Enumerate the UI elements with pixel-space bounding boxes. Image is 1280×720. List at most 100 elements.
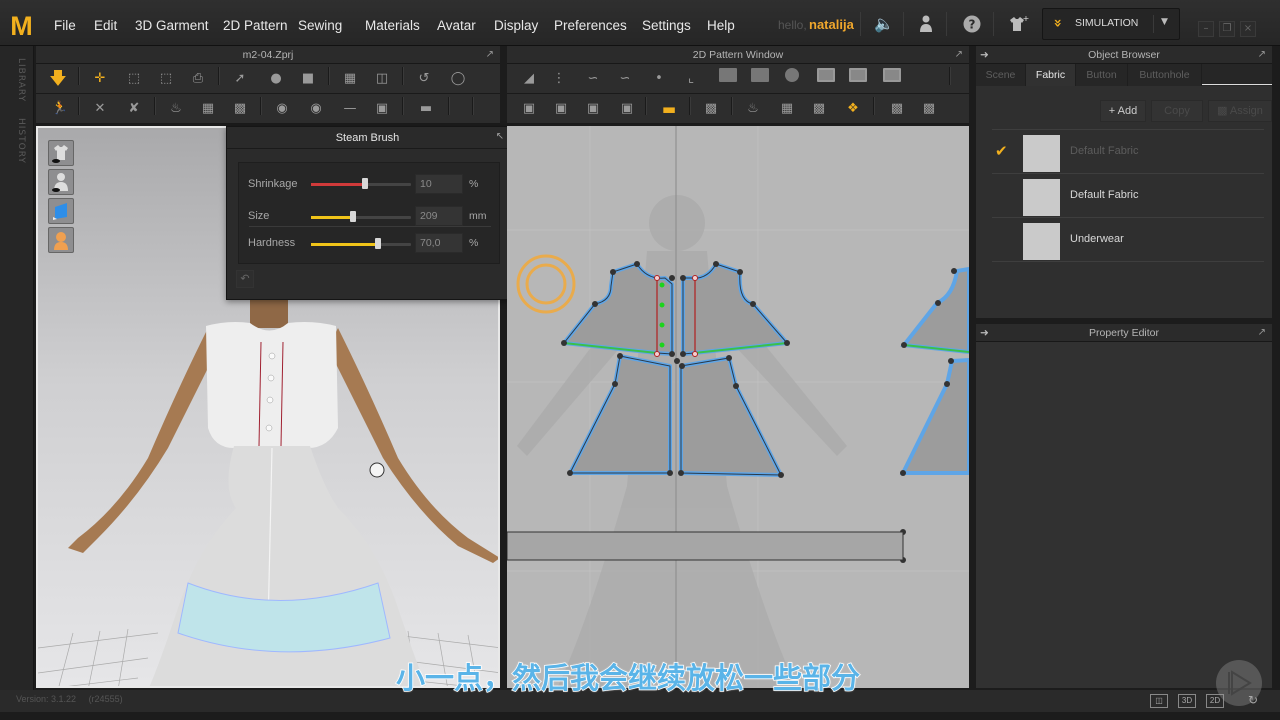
menu-avatar[interactable]: Avatar bbox=[437, 18, 476, 33]
fold-icon[interactable]: ⎙ bbox=[186, 68, 210, 90]
username[interactable]: natalija bbox=[809, 17, 854, 32]
add-point-icon[interactable]: • bbox=[647, 68, 671, 90]
edit-point-icon[interactable]: ⋮ bbox=[547, 68, 571, 90]
tack-icon[interactable]: ■ bbox=[296, 68, 320, 90]
segment-sewing-icon[interactable]: ▣ bbox=[549, 98, 573, 120]
button-icon[interactable]: ◉ bbox=[304, 98, 328, 120]
size-slider[interactable] bbox=[311, 211, 411, 222]
tab-scene[interactable]: Scene bbox=[976, 64, 1026, 86]
size-input[interactable]: 209 bbox=[415, 206, 463, 226]
pin-icon[interactable]: ➚ bbox=[228, 68, 252, 90]
tab-button[interactable]: Button bbox=[1076, 64, 1128, 86]
trace-icon[interactable]: ▩ bbox=[885, 98, 909, 120]
edit-curvature-icon[interactable]: ∽ bbox=[581, 68, 605, 90]
garment-visibility-toggle[interactable] bbox=[48, 140, 74, 166]
pattern-2d-canvas[interactable] bbox=[507, 126, 969, 688]
hardness-input[interactable]: 70,0 bbox=[415, 233, 463, 253]
avatar-pose-icon[interactable]: 🏃 bbox=[48, 98, 72, 120]
simulate-arrow-icon[interactable]: 🡇 bbox=[46, 68, 70, 90]
texture-edit-icon[interactable]: ▦ bbox=[196, 98, 220, 120]
select-box-icon[interactable]: ⬚ bbox=[122, 68, 146, 90]
shrinkage-input[interactable]: 10 bbox=[415, 174, 463, 194]
speaker-icon[interactable]: 🔈 bbox=[874, 14, 894, 34]
popout-icon[interactable]: ↗ bbox=[1258, 324, 1266, 342]
fabric-item[interactable]: ✔ Default Fabric bbox=[992, 130, 1264, 174]
menu-preferences[interactable]: Preferences bbox=[554, 18, 627, 33]
menu-3d-garment[interactable]: 3D Garment bbox=[135, 18, 209, 33]
steam-icon[interactable]: ♨ bbox=[164, 98, 188, 120]
popout-icon[interactable]: ↗ bbox=[955, 46, 963, 64]
minimize-button[interactable]: – bbox=[1198, 21, 1214, 37]
transform-pattern-icon[interactable]: ◢ bbox=[517, 68, 541, 90]
view-3d-button[interactable]: 3D bbox=[1178, 694, 1196, 708]
user-icon[interactable] bbox=[916, 14, 936, 34]
internal-circle-icon[interactable] bbox=[883, 68, 901, 82]
menu-help[interactable]: Help bbox=[707, 18, 735, 33]
texture-display-toggle[interactable] bbox=[48, 198, 74, 224]
steam-2d-icon[interactable]: ♨ bbox=[741, 98, 765, 120]
menu-sewing[interactable]: Sewing bbox=[298, 18, 342, 33]
play-overlay-button[interactable] bbox=[1216, 660, 1262, 706]
avatar-display-toggle[interactable] bbox=[48, 227, 74, 253]
tab-buttonhole[interactable]: Buttonhole bbox=[1128, 64, 1202, 86]
tab-history[interactable]: HISTORY bbox=[6, 118, 26, 164]
measure-icon[interactable]: ↺ bbox=[412, 68, 436, 90]
check-sewing-icon[interactable]: ▣ bbox=[615, 98, 639, 120]
polygon-icon[interactable] bbox=[719, 68, 737, 82]
simulation-mode-selector[interactable]: » SIMULATION ▼ bbox=[1042, 8, 1180, 40]
collapse-arrow-icon[interactable]: ➜ bbox=[980, 324, 989, 342]
popout-icon[interactable]: ↗ bbox=[486, 46, 494, 64]
free-sewing-icon[interactable]: ▣ bbox=[581, 98, 605, 120]
hardness-slider[interactable] bbox=[311, 238, 411, 249]
button-select-icon[interactable]: ◉ bbox=[270, 98, 294, 120]
add-fabric-button[interactable]: + Add bbox=[1100, 100, 1146, 122]
copy-fabric-button[interactable]: Copy bbox=[1151, 100, 1203, 122]
shrinkage-slider[interactable] bbox=[311, 178, 411, 189]
pin-garment-icon[interactable]: ● bbox=[264, 68, 288, 90]
assign-fabric-button[interactable]: ▩ Assign bbox=[1208, 100, 1272, 122]
help-icon[interactable]: ? bbox=[962, 14, 982, 34]
add-garment-icon[interactable]: + bbox=[1007, 14, 1029, 34]
collapse-arrow-icon[interactable]: ➜ bbox=[980, 46, 989, 64]
dropdown-arrow-icon[interactable]: ▼ bbox=[1161, 17, 1168, 27]
transform-icon[interactable]: ⬚ bbox=[154, 68, 178, 90]
menu-display[interactable]: Display bbox=[494, 18, 538, 33]
rectangle-icon[interactable] bbox=[751, 68, 769, 82]
texture-2d-icon[interactable]: ▦ bbox=[775, 98, 799, 120]
fabric-item[interactable]: Underwear bbox=[992, 218, 1264, 262]
menu-2d-pattern[interactable]: 2D Pattern bbox=[223, 18, 288, 33]
steam-iron-icon[interactable]: ▬ bbox=[657, 98, 681, 120]
bounding-icon[interactable]: ◫ bbox=[370, 68, 394, 90]
trace-show-icon[interactable]: ▩ bbox=[917, 98, 941, 120]
tab-fabric[interactable]: Fabric bbox=[1026, 64, 1076, 86]
internal-rectangle-icon[interactable] bbox=[849, 68, 867, 82]
edit-curve-point-icon[interactable]: ∽ bbox=[613, 68, 637, 90]
lock-button-icon[interactable]: ▣ bbox=[370, 98, 394, 120]
texture-pattern-icon[interactable]: ▩ bbox=[807, 98, 831, 120]
close-button[interactable]: × bbox=[1240, 21, 1256, 37]
circle-icon[interactable] bbox=[785, 68, 799, 82]
cut-garment-icon[interactable]: ✘ bbox=[122, 98, 146, 120]
size-thumb[interactable] bbox=[350, 211, 356, 222]
edit-garment-icon[interactable]: ✕ bbox=[88, 98, 112, 120]
internal-polygon-icon[interactable] bbox=[817, 68, 835, 82]
hardness-thumb[interactable] bbox=[375, 238, 381, 249]
fabric-item[interactable]: Default Fabric bbox=[992, 174, 1264, 218]
tape-measure-icon[interactable]: ◯ bbox=[446, 68, 470, 90]
graphic-icon[interactable]: ❖ bbox=[841, 98, 865, 120]
arrangement-icon[interactable]: ▦ bbox=[338, 68, 362, 90]
menu-edit[interactable]: Edit bbox=[94, 18, 117, 33]
menu-settings[interactable]: Settings bbox=[642, 18, 691, 33]
popout-icon[interactable]: ↗ bbox=[1258, 46, 1266, 64]
edit-sewing-icon[interactable]: ▣ bbox=[517, 98, 541, 120]
texture-icon[interactable]: ▩ bbox=[228, 98, 252, 120]
select-move-icon[interactable]: ✛ bbox=[88, 68, 112, 90]
avatar-visibility-toggle[interactable] bbox=[48, 169, 74, 195]
split-view-button[interactable]: ◫ bbox=[1150, 694, 1168, 708]
topstitch-icon[interactable]: ▬ bbox=[414, 98, 438, 120]
cut-point-icon[interactable]: ⌞ bbox=[679, 68, 703, 90]
buttonhole-icon[interactable]: — bbox=[338, 98, 362, 120]
shrinkage-thumb[interactable] bbox=[362, 178, 368, 189]
restore-button[interactable]: ❐ bbox=[1219, 21, 1235, 37]
reset-back-icon[interactable]: ↶ bbox=[236, 270, 254, 288]
